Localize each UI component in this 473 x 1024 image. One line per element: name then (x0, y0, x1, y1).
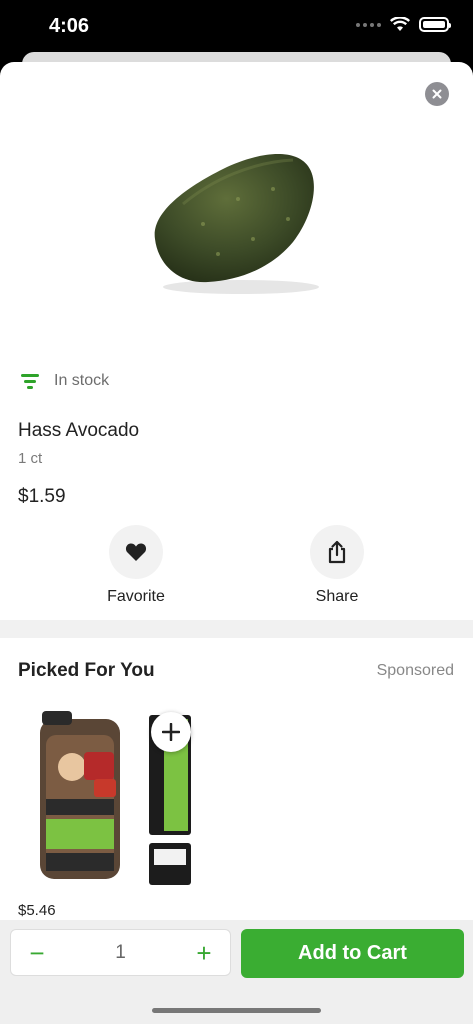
add-to-cart-button[interactable]: Add to Cart (241, 929, 464, 978)
share-button[interactable]: Share (282, 525, 392, 606)
status-bar: 4:06 (0, 0, 473, 56)
heart-icon (125, 543, 147, 561)
product-price: $1.59 (18, 486, 66, 507)
sponsored-label: Sponsored (376, 662, 454, 679)
stock-status-label: In stock (54, 372, 110, 389)
favorite-button[interactable]: Favorite (81, 525, 191, 606)
section-title: Picked For You (18, 660, 155, 681)
decrease-quantity-button[interactable]: − (25, 940, 49, 966)
share-icon (328, 540, 346, 564)
add-recommendation-button[interactable] (151, 712, 191, 752)
close-button[interactable] (425, 82, 449, 106)
section-divider (0, 620, 473, 638)
share-icon-circle (310, 525, 364, 579)
avocado-image (154, 154, 319, 294)
share-label: Share (315, 588, 359, 605)
favorite-label: Favorite (107, 588, 165, 605)
battery-icon (419, 17, 451, 32)
quantity-value[interactable]: 1 (115, 942, 126, 964)
status-icons (356, 17, 451, 32)
home-indicator[interactable] (152, 1008, 321, 1013)
quantity-stepper: − 1 + (10, 929, 231, 976)
plus-icon (162, 723, 180, 741)
stock-status: In stock (20, 372, 109, 390)
cart-bar: − 1 + Add to Cart (0, 920, 473, 1024)
increase-quantity-button[interactable]: + (192, 940, 216, 966)
signal-icon (356, 22, 381, 27)
wifi-icon (390, 17, 410, 31)
stock-indicator-icon (21, 374, 39, 389)
favorite-icon-circle (109, 525, 163, 579)
product-name: Hass Avocado (18, 420, 140, 441)
status-time: 4:06 (49, 15, 90, 37)
product-size: 1 ct (18, 450, 43, 467)
recommendation-price: $5.46 (18, 902, 56, 919)
product-detail-sheet: In stock Hass Avocado 1 ct $1.59 Favorit… (0, 62, 473, 1024)
close-icon (432, 89, 442, 99)
